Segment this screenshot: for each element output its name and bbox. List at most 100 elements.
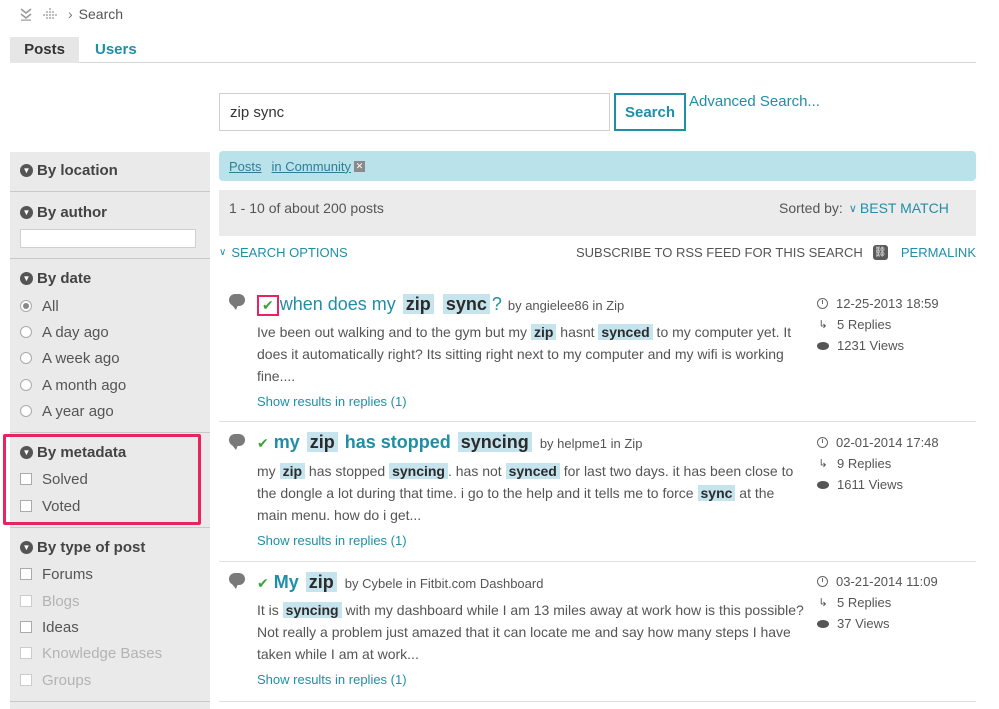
facet-date-toggle[interactable]: ▼ By date bbox=[20, 270, 91, 287]
show-replies-link[interactable]: Show results in replies (1) bbox=[257, 394, 407, 409]
eye-icon bbox=[817, 341, 829, 350]
filter-community-link[interactable]: in Community bbox=[272, 159, 351, 174]
rss-subscribe[interactable]: SUBSCRIBE TO RSS FEED FOR THIS SEARCH ⛓ bbox=[576, 245, 888, 260]
result-title-text[interactable]: my zip has stopped syncing bbox=[274, 432, 534, 453]
speech-bubble-icon bbox=[229, 573, 245, 589]
keyword-highlight: zip bbox=[530, 324, 557, 340]
checkbox[interactable] bbox=[20, 568, 32, 580]
result-title[interactable]: ✔ My zip by Cybele in Fitbit.com Dashboa… bbox=[257, 572, 543, 593]
search-input[interactable] bbox=[219, 93, 610, 131]
result-date: 03-21-2014 11:09 bbox=[836, 574, 938, 589]
rss-label: SUBSCRIBE TO RSS FEED FOR THIS SEARCH bbox=[576, 245, 863, 260]
facet-location-toggle[interactable]: ▼ By location bbox=[20, 162, 118, 179]
tab-posts[interactable]: Posts bbox=[10, 37, 79, 63]
result-replies: 5 Replies bbox=[837, 317, 892, 332]
type-option-label: Blogs bbox=[42, 592, 80, 610]
metadata-highlight-box bbox=[3, 434, 201, 525]
speech-bubble-icon bbox=[229, 294, 245, 310]
show-replies-link[interactable]: Show results in replies (1) bbox=[257, 533, 407, 548]
remove-filter-icon[interactable]: ✕ bbox=[353, 160, 365, 172]
sort-label: Sorted by: bbox=[779, 200, 843, 216]
checkbox bbox=[20, 674, 32, 686]
solved-check-icon: ✔ bbox=[257, 295, 279, 316]
checkbox[interactable] bbox=[20, 621, 32, 633]
result-meta: 03-21-2014 11:09 ↳ 5 Replies 37 Views bbox=[817, 571, 938, 634]
result-replies: 9 Replies bbox=[837, 456, 892, 471]
author-input[interactable] bbox=[20, 229, 196, 248]
result-date: 02-01-2014 17:48 bbox=[836, 435, 939, 450]
tab-bar: Posts Users bbox=[10, 37, 976, 63]
chevron-circle-down-icon: ▼ bbox=[20, 541, 33, 554]
date-option-week[interactable]: A week ago bbox=[20, 349, 120, 367]
divider bbox=[10, 258, 210, 259]
clock-icon bbox=[817, 437, 828, 448]
eye-icon bbox=[817, 619, 829, 628]
search-options-label: SEARCH OPTIONS bbox=[231, 245, 348, 260]
chevron-right-icon: › bbox=[68, 6, 73, 22]
type-option-label: Ideas bbox=[42, 618, 79, 636]
filter-posts-link[interactable]: Posts bbox=[229, 159, 262, 174]
keyword-highlight: synced bbox=[505, 463, 560, 479]
chevron-down-icon: ∨ bbox=[219, 247, 227, 258]
radio-button[interactable] bbox=[20, 352, 32, 364]
home-dots-icon[interactable] bbox=[42, 6, 58, 22]
breadcrumb: › Search bbox=[18, 5, 123, 23]
keyword-highlight: zip bbox=[279, 463, 306, 479]
reply-arrow-icon: ↳ bbox=[818, 458, 828, 470]
date-option-day[interactable]: A day ago bbox=[20, 323, 109, 341]
result-author: by Cybele in Fitbit.com Dashboard bbox=[344, 576, 544, 591]
search-button[interactable]: Search bbox=[614, 93, 686, 131]
radio-button[interactable] bbox=[20, 326, 32, 338]
divider bbox=[10, 432, 210, 433]
result-replies: 5 Replies bbox=[837, 595, 892, 610]
search-result: ✔ my zip has stopped syncing by helpme1 … bbox=[219, 422, 976, 562]
result-body: Ive been out walking and to the gym but … bbox=[257, 324, 792, 384]
advanced-search-link[interactable]: Advanced Search... bbox=[689, 93, 820, 110]
facet-author-toggle[interactable]: ▼ By author bbox=[20, 204, 107, 221]
result-views: 1231 Views bbox=[837, 338, 904, 353]
speech-bubble-icon bbox=[229, 434, 245, 450]
result-author: by angielee86 in Zip bbox=[507, 298, 625, 313]
result-body: my zip has stopped syncing. has not sync… bbox=[257, 463, 794, 523]
date-option-label: All bbox=[42, 297, 59, 315]
result-views: 37 Views bbox=[837, 616, 890, 631]
chevron-circle-down-icon: ▼ bbox=[20, 272, 33, 285]
radio-button[interactable] bbox=[20, 405, 32, 417]
radio-button[interactable] bbox=[20, 300, 32, 312]
result-title-text[interactable]: My zip bbox=[274, 572, 339, 593]
result-title[interactable]: ✔ when does my zip sync? by angielee86 i… bbox=[257, 294, 624, 316]
collapse-arrows-icon[interactable] bbox=[18, 6, 34, 22]
date-option-month[interactable]: A month ago bbox=[20, 376, 126, 394]
keyword-highlight: syncing bbox=[389, 463, 448, 479]
sort-value[interactable]: BEST MATCH bbox=[860, 200, 949, 216]
type-option-ideas[interactable]: Ideas bbox=[20, 618, 79, 636]
facet-location-title: By location bbox=[37, 162, 118, 179]
result-meta: 12-25-2013 18:59 ↳ 5 Replies 1231 Views bbox=[817, 293, 939, 356]
date-option-label: A year ago bbox=[42, 402, 114, 420]
sort-control[interactable]: Sorted by: ∨ BEST MATCH bbox=[779, 200, 949, 216]
results-summary-bar: 1 - 10 of about 200 posts Sorted by: ∨ B… bbox=[219, 190, 976, 236]
radio-button[interactable] bbox=[20, 379, 32, 391]
tab-users[interactable]: Users bbox=[79, 37, 153, 63]
keyword-highlight: synced bbox=[598, 324, 653, 340]
eye-icon bbox=[817, 480, 829, 489]
clock-icon bbox=[817, 576, 828, 587]
result-title-text[interactable]: when does my zip sync? bbox=[280, 294, 502, 315]
facet-type-toggle[interactable]: ▼ By type of post bbox=[20, 539, 145, 556]
date-option-label: A month ago bbox=[42, 376, 127, 394]
result-body: It is syncing with my dashboard while I … bbox=[257, 602, 804, 662]
result-views: 1611 Views bbox=[837, 477, 904, 492]
date-option-all[interactable]: All bbox=[20, 297, 59, 315]
date-option-year[interactable]: A year ago bbox=[20, 402, 114, 420]
type-option-forums[interactable]: Forums bbox=[20, 565, 93, 583]
type-option-blogs: Blogs bbox=[20, 592, 80, 610]
results-count: 1 - 10 of about 200 posts bbox=[229, 200, 384, 216]
date-option-label: A day ago bbox=[42, 323, 109, 341]
result-meta: 02-01-2014 17:48 ↳ 9 Replies 1611 Views bbox=[817, 432, 939, 495]
search-options-toggle[interactable]: ∨ SEARCH OPTIONS bbox=[219, 245, 348, 260]
type-option-label: Groups bbox=[42, 671, 92, 689]
show-replies-link[interactable]: Show results in replies (1) bbox=[257, 672, 407, 687]
result-title[interactable]: ✔ my zip has stopped syncing by helpme1 … bbox=[257, 432, 642, 453]
link-icon[interactable]: ⛓ bbox=[872, 245, 888, 260]
permalink-link[interactable]: PERMALINK bbox=[901, 245, 976, 260]
